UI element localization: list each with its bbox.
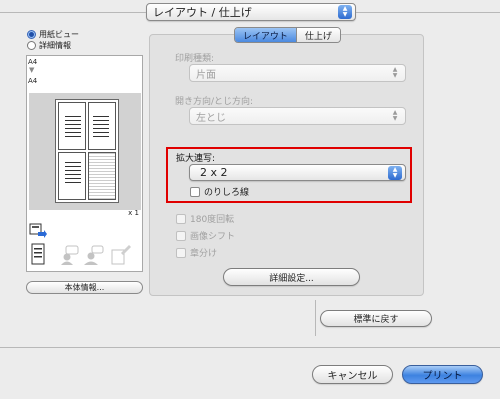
- page-preview: A4 ▼ A4 x 1: [26, 55, 143, 272]
- nup-select[interactable]: 2 x 2 ▲ ▼: [189, 164, 406, 181]
- view-option-paper-label: 用紙ビュー: [39, 30, 79, 39]
- print-button[interactable]: プリント: [402, 365, 483, 384]
- view-option-paper[interactable]: 用紙ビュー: [27, 29, 79, 40]
- radio-details-view[interactable]: [27, 41, 36, 50]
- binding-select[interactable]: 左とじ ▲ ▼: [189, 107, 406, 125]
- popup-arrows-icon: ▲ ▼: [338, 5, 352, 19]
- view-option-details[interactable]: 詳細情報: [27, 40, 71, 51]
- print-type-value: 片面: [196, 69, 216, 81]
- rotate-180-option[interactable]: 180度回転: [176, 212, 234, 225]
- source-size-label: A4: [28, 58, 38, 66]
- arrow-down-icon: ▼: [29, 66, 35, 74]
- image-shift-option[interactable]: 画像シフト: [176, 229, 235, 242]
- nup-value: 2 x 2: [200, 166, 228, 179]
- printer-info-button-label: 本体情報...: [64, 283, 105, 292]
- radio-paper-view[interactable]: [27, 30, 36, 39]
- nup-page-4: [88, 152, 116, 200]
- column-divider: [315, 300, 316, 336]
- detail-settings-button[interactable]: 詳細設定...: [223, 268, 360, 286]
- image-shift-checkbox[interactable]: [176, 230, 186, 241]
- output-size-label: A4: [28, 77, 38, 85]
- top-divider: [0, 12, 146, 13]
- printer-icon: [29, 223, 47, 240]
- cancel-button[interactable]: キャンセル: [312, 365, 393, 384]
- binding-label: 開き方向/とじ方向:: [175, 97, 254, 107]
- print-type-label: 印刷種類:: [175, 54, 215, 64]
- image-shift-label: 画像シフト: [190, 232, 236, 242]
- overlap-line-option[interactable]: のりしろ線: [190, 185, 249, 198]
- nup-label: 拡大連写:: [176, 154, 216, 164]
- print-button-label: プリント: [422, 371, 463, 382]
- top-divider-right: [356, 12, 500, 13]
- tab-bar: レイアウト 仕上げ: [234, 27, 341, 43]
- nup-page-2: [88, 102, 116, 150]
- nup-page-1: [58, 102, 86, 150]
- overlap-line-checkbox[interactable]: [190, 186, 200, 197]
- footer-divider: [0, 347, 500, 348]
- nup-page-3: [58, 152, 86, 200]
- chapter-label: 章分け: [190, 249, 218, 259]
- paper-stack-icon: [31, 243, 45, 265]
- rotate-180-label: 180度回転: [190, 215, 235, 225]
- chapter-checkbox[interactable]: [176, 247, 186, 258]
- binding-value: 左とじ: [196, 112, 226, 124]
- tab-layout[interactable]: レイアウト: [235, 28, 296, 42]
- users-icon: [84, 245, 104, 265]
- print-type-select[interactable]: 片面 ▲ ▼: [189, 64, 406, 82]
- user-comment-icon: [61, 245, 79, 265]
- overlap-line-label: のりしろ線: [204, 188, 250, 198]
- popup-arrows-icon: ▲ ▼: [388, 165, 402, 180]
- stamp-icon: [111, 243, 131, 265]
- detail-settings-button-label: 詳細設定...: [269, 273, 314, 284]
- popup-arrows-icon: ▲ ▼: [392, 109, 398, 122]
- panel-select-value: レイアウト / 仕上げ: [153, 6, 252, 19]
- copies-label: x 1: [128, 209, 139, 217]
- preview-area: [29, 93, 141, 210]
- view-option-details-label: 詳細情報: [39, 41, 71, 50]
- chapter-option[interactable]: 章分け: [176, 246, 217, 259]
- rotate-180-checkbox[interactable]: [176, 213, 186, 224]
- reset-defaults-button[interactable]: 標準に戻す: [320, 310, 432, 327]
- panel-select[interactable]: レイアウト / 仕上げ ▲ ▼: [146, 3, 356, 21]
- printer-info-button[interactable]: 本体情報...: [26, 281, 143, 294]
- output-sheet: [55, 99, 119, 203]
- reset-defaults-button-label: 標準に戻す: [353, 315, 399, 325]
- tab-finishing[interactable]: 仕上げ: [295, 28, 340, 42]
- cancel-button-label: キャンセル: [327, 371, 378, 382]
- popup-arrows-icon: ▲ ▼: [392, 66, 398, 79]
